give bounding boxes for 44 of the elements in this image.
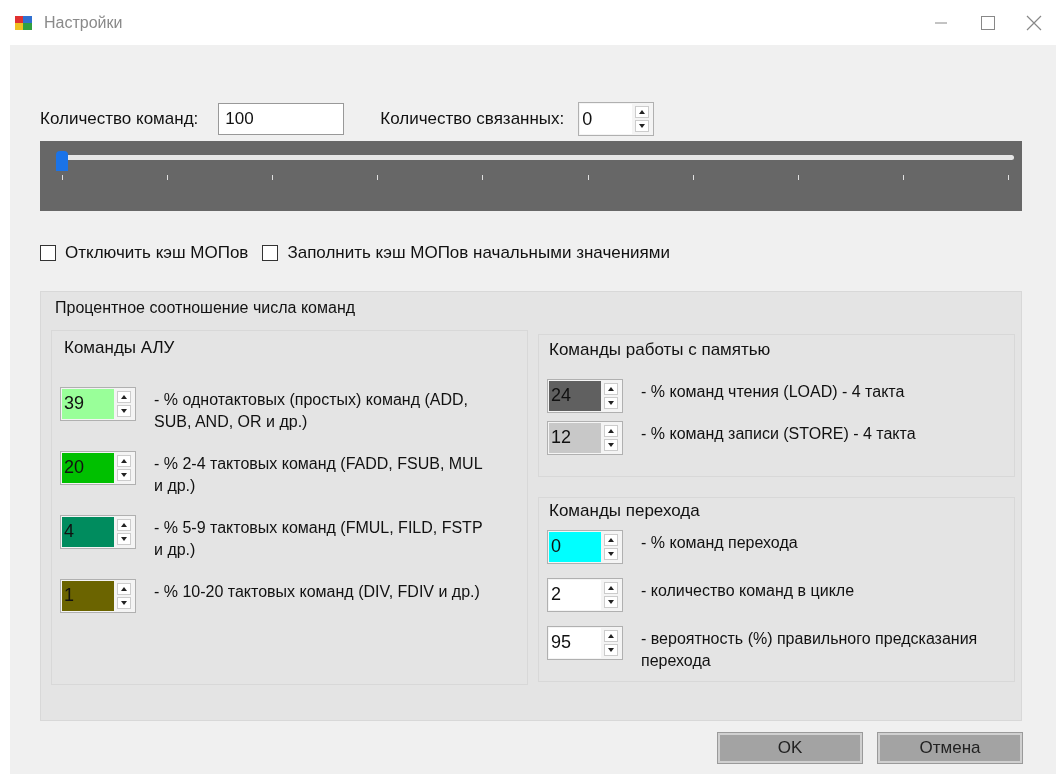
number-spinner[interactable]: 2 bbox=[547, 577, 623, 612]
number-spinner[interactable]: 20 bbox=[60, 450, 136, 485]
value-field[interactable]: 20 bbox=[62, 452, 114, 483]
checkbox[interactable]: Отключить кэш МОПов bbox=[40, 240, 249, 266]
value-field[interactable]: 2 bbox=[549, 579, 601, 610]
checkbox-label: Заполнить кэш МОПов начальными значениями bbox=[287, 242, 670, 265]
dialog-button[interactable]: Отмена bbox=[878, 733, 1022, 763]
value-field[interactable]: 4 bbox=[62, 516, 114, 547]
checkbox-box[interactable] bbox=[262, 245, 279, 261]
checkbox-box[interactable] bbox=[40, 245, 56, 261]
value-field[interactable]: 39 bbox=[62, 388, 114, 419]
row-label: - количество команд в цикле bbox=[641, 580, 856, 601]
number-spinner[interactable]: 4 bbox=[60, 514, 136, 549]
slider[interactable] bbox=[56, 151, 1014, 181]
number-spinner[interactable]: 39 bbox=[60, 386, 136, 421]
row-label: - % команд перехода bbox=[641, 532, 799, 553]
checkbox[interactable]: Заполнить кэш МОПов начальными значениями bbox=[262, 240, 670, 266]
group-title: Команды перехода bbox=[549, 500, 701, 522]
number-spinner[interactable]: 0 bbox=[547, 529, 623, 564]
checkbox-label: Отключить кэш МОПов bbox=[65, 242, 249, 265]
number-spinner[interactable]: 0 bbox=[578, 102, 655, 136]
number-spinner[interactable]: 95 bbox=[547, 625, 623, 660]
app-icon bbox=[14, 13, 34, 32]
group-title: Команды работы с памятью bbox=[549, 339, 772, 361]
window-title: Настройки bbox=[44, 12, 123, 33]
value-field[interactable]: 95 bbox=[549, 627, 601, 658]
field-label: Количество команд: bbox=[40, 108, 199, 131]
row-label: - % команд записи (STORE) - 4 такта bbox=[641, 423, 917, 444]
row-label: - % 2-4 тактовых команд (FADD, FSUB, MUL и др.) bbox=[154, 453, 483, 496]
row-label: - % 10-20 тактовых команд (DIV, FDIV и др.) bbox=[154, 581, 481, 602]
row-label: - % команд чтения (LOAD) - 4 такта bbox=[641, 381, 906, 402]
field-label: Количество связанных: bbox=[380, 108, 565, 131]
slider-thumb[interactable] bbox=[56, 151, 68, 171]
number-spinner[interactable]: 12 bbox=[547, 420, 623, 455]
group-title: Команды АЛУ bbox=[64, 337, 176, 359]
row-label: - вероятность (%) правильного предсказания перехода bbox=[641, 628, 979, 671]
group-title: Процентное соотношение числа команд bbox=[55, 298, 357, 318]
row-label: - % 5-9 тактовых команд (FMUL, FILD, FSTP и др.) bbox=[154, 517, 484, 560]
value-field[interactable]: 12 bbox=[549, 422, 601, 453]
value-field[interactable]: 0 bbox=[580, 104, 633, 134]
value-field[interactable]: 0 bbox=[549, 531, 601, 562]
input-field[interactable]: 100 bbox=[218, 103, 345, 135]
row-label: - % однотактовых (простых) команд (ADD, SUB, AND, OR и др.) bbox=[154, 389, 469, 432]
dialog-button[interactable]: OK bbox=[718, 733, 862, 763]
